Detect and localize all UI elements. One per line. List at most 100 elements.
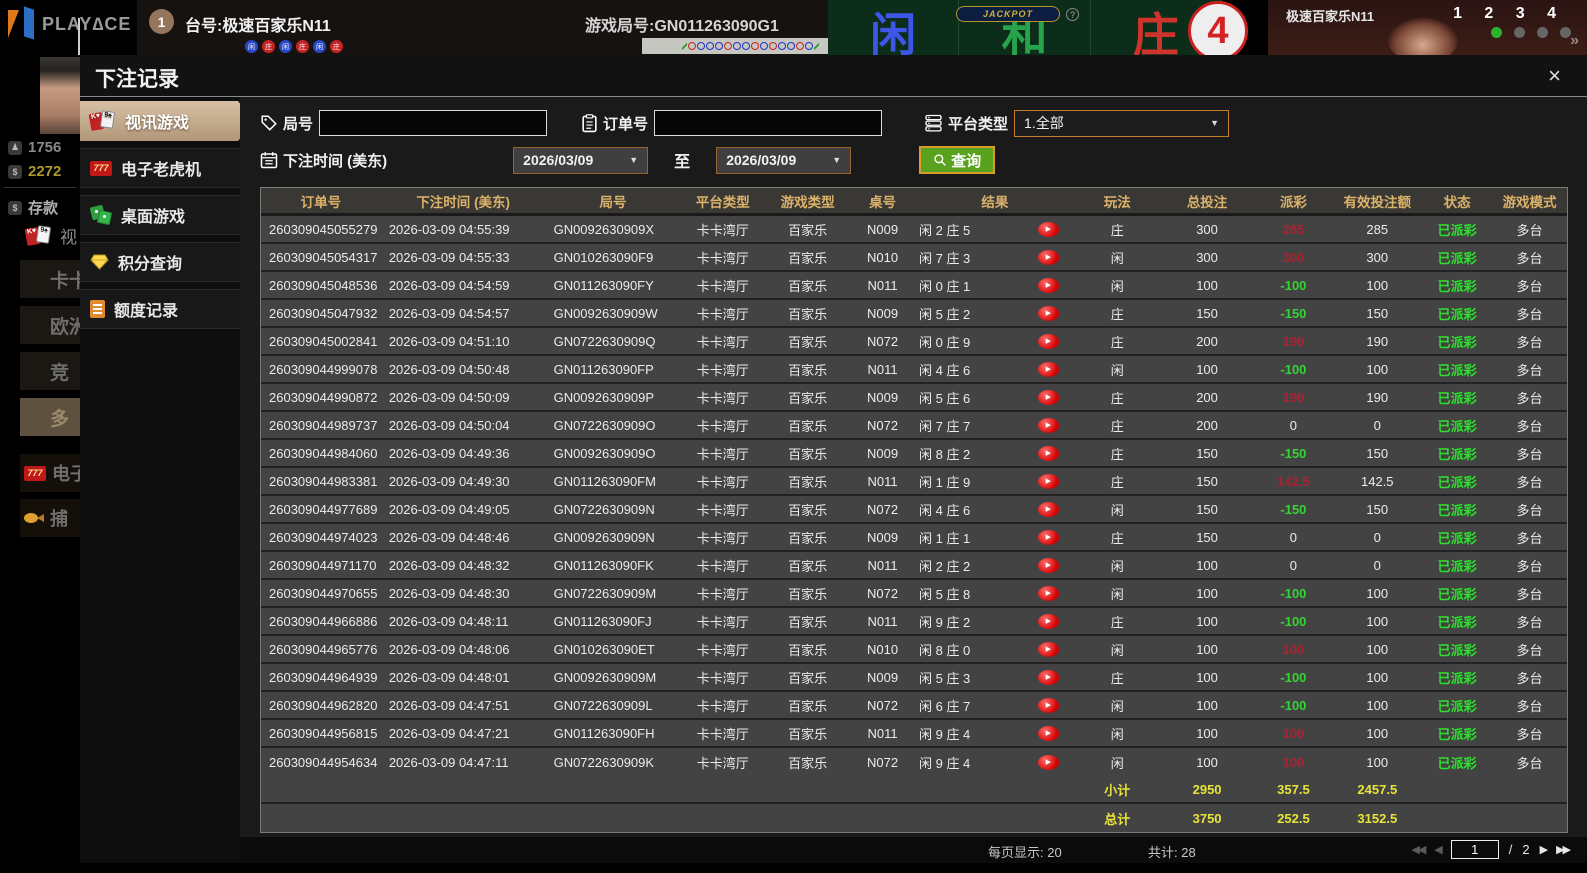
play-video-icon[interactable]: ▶ <box>1037 277 1059 293</box>
cell-status: 已派彩 <box>1437 250 1477 266</box>
cell-payout: -150 <box>1280 445 1307 461</box>
play-video-icon[interactable]: ▶ <box>1037 557 1059 573</box>
search-button[interactable]: 查询 <box>919 146 996 174</box>
cell-payout: -100 <box>1280 361 1307 377</box>
play-video-icon[interactable]: ▶ <box>1037 613 1059 629</box>
live-video-panel[interactable]: 极速百家乐N11 1 2 3 4 » <box>1268 0 1587 55</box>
cell-result: 闲 0 庄 1 ▶ <box>915 276 1075 295</box>
cell-game-type: 百家乐 <box>788 698 828 714</box>
play-video-icon[interactable]: ▶ <box>1037 501 1059 517</box>
video-more-icon[interactable]: » <box>1570 32 1579 50</box>
cell-status: 已派彩 <box>1437 502 1477 518</box>
tab-slot-machines[interactable]: 777 电子老虎机 <box>80 148 240 188</box>
player-bet-label: 闲 <box>870 9 917 61</box>
sidebar-item-slots[interactable]: 777 电子 <box>20 454 80 492</box>
col-header-valid-bet: 有效投注额 <box>1343 194 1412 210</box>
cell-total-bet: 100 <box>1196 754 1218 770</box>
play-video-icon[interactable]: ▶ <box>1037 697 1059 713</box>
next-page-button[interactable]: ▶ <box>1540 843 1549 856</box>
camera-dot-off[interactable] <box>1537 27 1548 38</box>
play-video-icon[interactable]: ▶ <box>1037 389 1059 405</box>
play-video-icon[interactable]: ▶ <box>1037 305 1059 321</box>
play-video-icon[interactable]: ▶ <box>1037 725 1059 741</box>
sidebar-item-europe[interactable]: 欧洲 <box>20 306 80 344</box>
page-input[interactable] <box>1450 840 1499 859</box>
cell-table: N072 <box>867 585 899 601</box>
tab-table-games[interactable]: 桌面游戏 <box>80 195 240 235</box>
bet-records-table: 订单号 下注时间 (美东) 局号 平台类型 游戏类型 桌号 结果 玩法 总投注 … <box>260 187 1568 833</box>
play-video-icon[interactable]: ▶ <box>1037 445 1059 461</box>
cell-table: N009 <box>867 445 899 461</box>
cell-platform: 卡卡湾厅 <box>696 334 749 350</box>
cell-round: GN0722630909K <box>553 754 655 770</box>
cell-valid-bet: 100 <box>1366 277 1389 293</box>
col-header-total-bet: 总投注 <box>1186 194 1228 210</box>
play-video-icon[interactable]: ▶ <box>1037 333 1059 349</box>
cell-payout: -150 <box>1280 305 1307 321</box>
road-bead-red <box>769 42 777 50</box>
camera-dot-off[interactable] <box>1514 27 1525 38</box>
play-video-icon[interactable]: ▶ <box>1037 249 1059 265</box>
sidebar-item-kaka[interactable]: 卡卡 <box>20 260 80 298</box>
sidebar-item-multi[interactable]: 多 <box>20 398 80 436</box>
round-input[interactable] <box>319 110 548 136</box>
cell-total-bet: 100 <box>1196 585 1218 601</box>
cell-valid-bet: 100 <box>1366 361 1389 377</box>
play-video-icon[interactable]: ▶ <box>1037 585 1059 601</box>
play-video-icon[interactable]: ▶ <box>1037 669 1059 685</box>
cell-status: 已派彩 <box>1437 390 1477 406</box>
date-to-select[interactable]: 2026/03/09 ▼ <box>716 146 852 174</box>
video-games-menu-bg[interactable]: K♥ 9♠ 视 <box>24 223 77 248</box>
cell-game-mode: 多台 <box>1516 222 1543 238</box>
cell-payout: -150 <box>1280 501 1307 517</box>
table-row: 260309044983381 2026-03-09 04:49:30 GN0112… <box>261 468 1567 496</box>
cell-play-type: 闲 <box>1110 250 1124 266</box>
result-text: 闲 7 庄 3 <box>918 250 971 266</box>
play-video-icon[interactable]: ▶ <box>1037 361 1059 377</box>
cell-table: N009 <box>867 389 899 405</box>
cell-valid-bet: 0 <box>1373 557 1381 573</box>
last-page-button[interactable]: ▶▶ <box>1556 843 1571 856</box>
play-video-icon[interactable]: ▶ <box>1037 641 1059 657</box>
play-video-icon[interactable]: ▶ <box>1037 754 1059 770</box>
cell-table: N072 <box>867 333 899 349</box>
cell-game-mode: 多台 <box>1516 306 1543 322</box>
road-bead-blue <box>697 42 705 50</box>
tab-points-inquiry[interactable]: 积分查询 <box>80 242 240 282</box>
result-text: 闲 8 庄 0 <box>918 642 971 658</box>
order-input[interactable] <box>654 110 883 136</box>
table-row: 260309044971170 2026-03-09 04:48:32 GN0112… <box>261 552 1567 580</box>
result-text: 闲 0 庄 9 <box>918 334 971 350</box>
sidebar-item-fishing[interactable]: 捕 <box>20 499 80 537</box>
cell-play-type: 闲 <box>1110 362 1124 378</box>
tab-video-games[interactable]: K♥ 9♠ 视讯游戏 <box>80 101 254 141</box>
close-icon[interactable]: × <box>1548 63 1561 89</box>
video-page-dots[interactable] <box>1491 27 1571 38</box>
cell-time: 2026-03-09 04:48:46 <box>388 529 510 545</box>
first-page-button[interactable]: ◀◀ <box>1411 843 1426 856</box>
diamond-icon <box>90 254 109 270</box>
platform-select[interactable]: 1.全部 ▼ <box>1014 109 1230 137</box>
play-video-icon[interactable]: ▶ <box>1037 221 1059 237</box>
tab-quota-records[interactable]: 额度记录 <box>80 289 240 329</box>
bet-zone-player[interactable]: 闲 <box>828 0 960 61</box>
cell-result: 闲 9 庄 4 ▶ <box>915 753 1075 772</box>
cell-status: 已派彩 <box>1437 558 1477 574</box>
cell-order: 260309045048536 <box>269 277 378 293</box>
jackpot-help-icon[interactable]: ? <box>1066 8 1079 21</box>
video-page-numbers[interactable]: 1 2 3 4 <box>1453 5 1565 23</box>
play-video-icon[interactable]: ▶ <box>1037 473 1059 489</box>
deposit-button[interactable]: $ 存款 <box>8 197 58 218</box>
cell-valid-bet: 190 <box>1366 333 1389 349</box>
camera-dot-on[interactable] <box>1491 27 1502 38</box>
avatar[interactable] <box>40 57 80 134</box>
play-video-icon[interactable]: ▶ <box>1037 529 1059 545</box>
result-text: 闲 5 庄 3 <box>918 670 971 686</box>
prev-page-button[interactable]: ◀ <box>1434 843 1443 856</box>
date-from-select[interactable]: 2026/03/09 ▼ <box>513 146 649 174</box>
cell-play-type: 庄 <box>1110 446 1124 462</box>
cell-result: 闲 4 庄 6 ▶ <box>915 500 1075 519</box>
sidebar-item-jing[interactable]: 竞 <box>20 352 80 390</box>
play-video-icon[interactable]: ▶ <box>1037 417 1059 433</box>
cell-table: N011 <box>867 473 898 489</box>
